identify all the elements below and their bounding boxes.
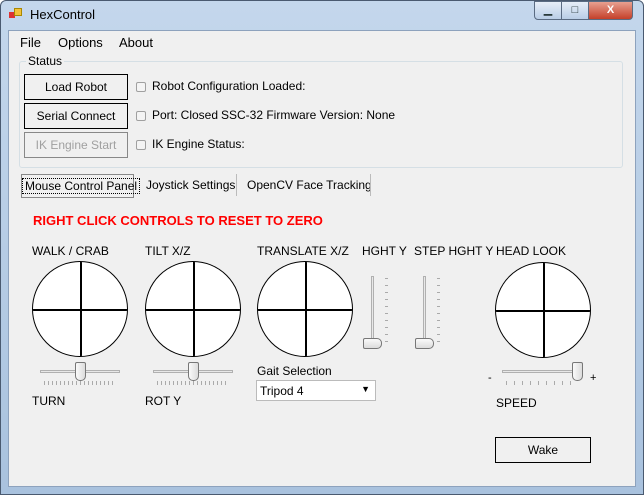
wake-button[interactable]: Wake <box>495 437 591 463</box>
slider-ticks <box>385 278 388 346</box>
port-status-label: Port: Closed <box>152 108 219 122</box>
turn-slider[interactable] <box>40 362 120 386</box>
reset-warning: RIGHT CLICK CONTROLS TO RESET TO ZERO <box>33 213 323 228</box>
slider-thumb[interactable] <box>74 362 86 381</box>
speed-minus-label: - <box>488 372 492 384</box>
turn-label: TURN <box>32 394 66 408</box>
slider-thumb[interactable] <box>572 362 584 381</box>
slider-ticks <box>437 278 440 346</box>
gait-selected-value: Tripod 4 <box>260 384 304 398</box>
rot-y-label: ROT Y <box>145 394 182 408</box>
slider-thumb[interactable] <box>363 338 382 349</box>
tab-divider <box>370 174 371 196</box>
hght-y-slider[interactable] <box>362 272 390 350</box>
head-look-label: HEAD LOOK <box>496 244 567 258</box>
tilt-joypad[interactable] <box>145 261 241 357</box>
ik-engine-start-button[interactable]: IK Engine Start <box>24 132 128 158</box>
port-checkbox[interactable] <box>136 111 146 121</box>
app-icon <box>9 8 23 20</box>
slider-ticks <box>44 381 116 385</box>
head-look-joypad[interactable] <box>495 262 591 358</box>
gait-selection-label: Gait Selection <box>257 364 332 378</box>
status-group-label: Status <box>26 54 65 68</box>
tab-mouse-control-panel[interactable]: Mouse Control Panel <box>21 174 141 198</box>
translate-label: TRANSLATE X/Z <box>257 244 349 258</box>
speed-label: SPEED <box>496 396 537 410</box>
slider-thumb[interactable] <box>187 362 199 381</box>
load-robot-button[interactable]: Load Robot <box>24 74 128 100</box>
gait-selection-dropdown[interactable]: Tripod 4 ▼ <box>256 380 376 401</box>
robot-config-label: Robot Configuration Loaded: <box>152 79 306 93</box>
step-hght-y-slider[interactable] <box>414 272 442 350</box>
tab-label: Mouse Control Panel <box>22 178 141 194</box>
speed-slider[interactable] <box>502 362 584 386</box>
walk-crab-label: WALK / CRAB <box>32 244 109 258</box>
speed-plus-label: + <box>590 372 597 384</box>
ik-engine-checkbox[interactable] <box>136 140 146 150</box>
menu-file[interactable]: File <box>20 35 41 50</box>
window-title: HexControl <box>30 7 96 22</box>
close-button[interactable]: X <box>588 1 633 20</box>
slider-ticks <box>157 381 229 385</box>
rot-y-slider[interactable] <box>153 362 233 386</box>
step-hght-y-label: STEP HGHT Y <box>414 244 494 258</box>
firmware-version-label: SSC-32 Firmware Version: None <box>221 108 396 122</box>
robot-config-checkbox[interactable] <box>136 82 146 92</box>
serial-connect-button[interactable]: Serial Connect <box>24 103 128 129</box>
slider-ticks <box>506 381 578 385</box>
menu-about[interactable]: About <box>119 35 153 50</box>
walk-crab-joypad[interactable] <box>32 261 128 357</box>
slider-track <box>423 276 426 346</box>
hght-y-label: HGHT Y <box>362 244 407 258</box>
chevron-down-icon: ▼ <box>361 384 370 394</box>
tab-opencv-face-tracking[interactable]: OpenCV Face Tracking <box>247 178 372 192</box>
slider-thumb[interactable] <box>415 338 434 349</box>
menu-options[interactable]: Options <box>58 35 103 50</box>
minimize-button[interactable]: ▁ <box>534 1 562 20</box>
translate-joypad[interactable] <box>257 261 353 357</box>
ik-engine-status-label: IK Engine Status: <box>152 137 245 151</box>
slider-track <box>371 276 374 346</box>
tab-joystick-settings[interactable]: Joystick Settings <box>146 178 235 192</box>
maximize-button[interactable]: □ <box>561 1 589 20</box>
slider-track <box>502 370 582 373</box>
tab-divider <box>236 174 237 196</box>
tilt-label: TILT X/Z <box>145 244 191 258</box>
